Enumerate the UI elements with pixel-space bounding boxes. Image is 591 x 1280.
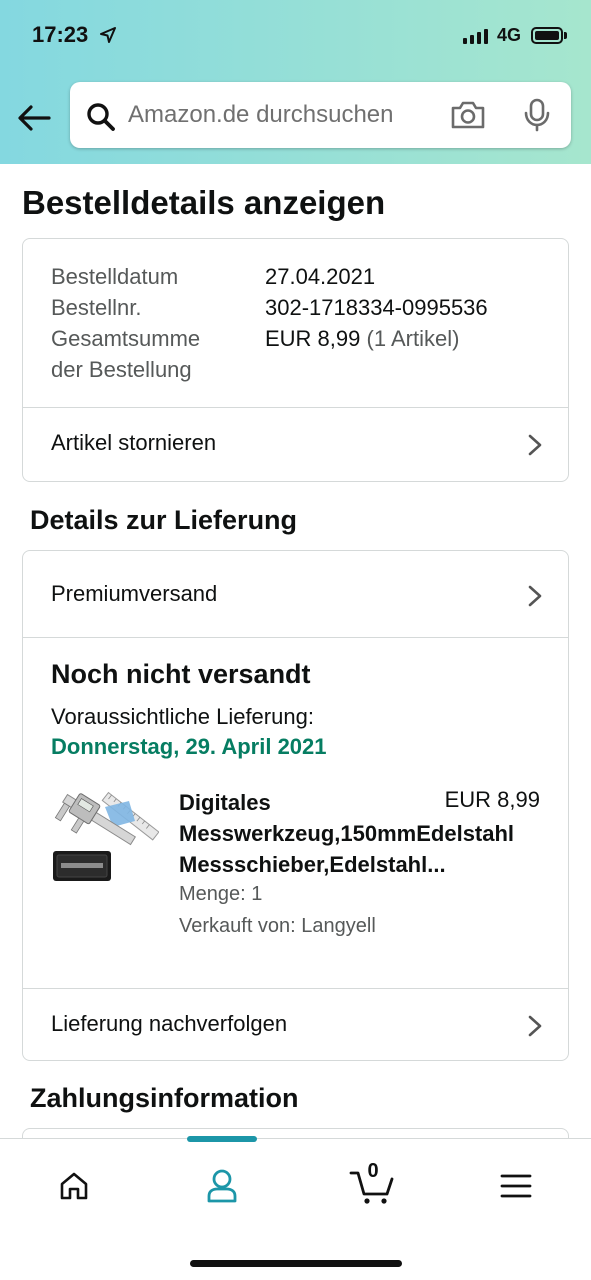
back-arrow-icon	[18, 105, 51, 131]
chevron-right-icon	[528, 1015, 542, 1037]
signal-strength-icon	[463, 28, 488, 44]
nav-account[interactable]	[192, 1163, 252, 1209]
camera-icon[interactable]	[450, 100, 486, 130]
product-title-line3: Messschieber,Edelstahl...	[179, 852, 446, 877]
chevron-right-icon	[528, 434, 542, 456]
order-number-value: 302-1718334-0995536	[265, 295, 488, 320]
nav-menu[interactable]	[486, 1163, 546, 1209]
cancel-items-label: Artikel stornieren	[51, 430, 217, 455]
battery-tip	[564, 32, 567, 39]
top-header: 17:23 4G	[0, 0, 591, 164]
back-button[interactable]	[14, 98, 54, 138]
track-delivery-link[interactable]: Lieferung nachverfolgen	[23, 989, 568, 1061]
payment-section-title: Zahlungsinformation	[30, 1083, 299, 1113]
order-total-label-line1: Gesamtsumme	[51, 326, 201, 351]
track-delivery-label: Lieferung nachverfolgen	[51, 1011, 288, 1036]
expected-delivery-label: Voraussichtliche Lieferung:	[51, 704, 314, 729]
cancel-items-link[interactable]: Artikel stornieren	[23, 408, 568, 480]
product-title-line2: Messwerkzeug,150mmEdelstahl	[179, 821, 515, 846]
product-price: EUR 8,99	[444, 787, 540, 812]
delivery-section-title: Details zur Lieferung	[30, 505, 298, 535]
delivery-card: Premiumversand Noch nicht versandt Vorau…	[22, 550, 569, 1061]
home-icon	[60, 1172, 88, 1200]
product-image[interactable]	[51, 781, 159, 889]
home-indicator	[190, 1260, 402, 1267]
search-box[interactable]	[70, 82, 571, 148]
location-arrow-icon	[100, 27, 116, 43]
order-date-value: 27.04.2021	[265, 264, 376, 289]
divider	[23, 637, 568, 638]
account-icon	[207, 1169, 237, 1203]
order-number-label: Bestellnr.	[51, 295, 142, 320]
product-seller: Verkauft von: Langyell	[179, 915, 376, 937]
cart-count-badge: 0	[367, 1160, 379, 1182]
order-total-value: EUR 8,99 (1 Artikel)	[265, 323, 459, 354]
search-icon	[87, 103, 115, 131]
order-total-amount: EUR 8,99	[265, 326, 361, 351]
network-type: 4G	[497, 25, 522, 45]
page-title: Bestelldetails anzeigen	[22, 184, 386, 221]
shipping-method-label: Premiumversand	[51, 581, 218, 606]
order-date-label: Bestelldatum	[51, 264, 179, 289]
nav-home[interactable]	[44, 1163, 104, 1209]
product-quantity: Menge: 1	[179, 883, 263, 905]
order-total-items: (1 Artikel)	[366, 326, 460, 351]
shipment-status: Noch nicht versandt	[51, 659, 311, 689]
bottom-navigation	[0, 1136, 591, 1280]
status-time: 17:23	[32, 22, 89, 47]
search-input[interactable]	[128, 98, 418, 132]
expected-delivery-date: Donnerstag, 29. April 2021	[51, 734, 327, 759]
order-total-label-line2: der Bestellung	[51, 357, 192, 382]
active-tab-indicator	[187, 1136, 257, 1142]
chevron-right-icon	[528, 585, 542, 607]
battery-icon	[531, 27, 563, 44]
order-summary-card: Bestelldatum 27.04.2021 Bestellnr. 302-1…	[22, 238, 569, 482]
shipping-method-link[interactable]: Premiumversand	[23, 559, 568, 631]
microphone-icon[interactable]	[523, 98, 551, 132]
hamburger-menu-icon	[500, 1174, 532, 1198]
